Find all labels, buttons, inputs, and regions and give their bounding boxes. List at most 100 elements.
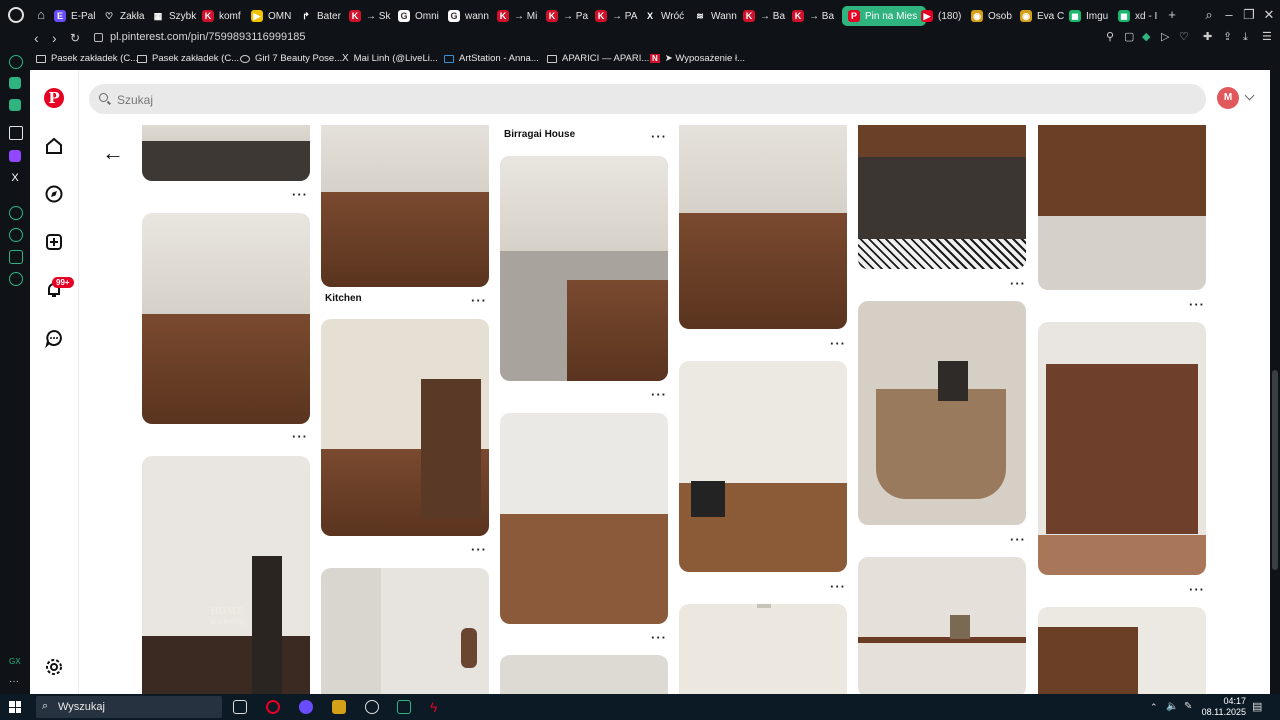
taskbar-search[interactable]: ⌕ Wyszukaj bbox=[36, 696, 222, 718]
pinterest-logo-icon[interactable]: P bbox=[44, 88, 64, 108]
tab-9[interactable]: K → Mi bbox=[497, 6, 542, 26]
pin-more-icon[interactable]: ··· bbox=[1189, 582, 1205, 597]
pin-more-icon[interactable]: ··· bbox=[1010, 532, 1026, 547]
app-taskbar-icon[interactable] bbox=[365, 700, 379, 714]
search-tabs-icon[interactable]: ⌕ bbox=[1202, 8, 1216, 22]
tab-12[interactable]: X Wróć bbox=[644, 6, 689, 26]
pin-card[interactable] bbox=[679, 125, 847, 329]
tab-6[interactable]: K → Sk bbox=[349, 6, 394, 26]
close-window-icon[interactable]: ✕ bbox=[1262, 8, 1276, 22]
search-input[interactable] bbox=[115, 84, 1199, 116]
aria-icon[interactable] bbox=[9, 55, 23, 69]
pen-icon[interactable]: ✎ bbox=[1184, 700, 1198, 714]
pin-more-icon[interactable]: ··· bbox=[830, 579, 846, 594]
download-icon[interactable]: ⤓ bbox=[1243, 32, 1254, 43]
pin-more-icon[interactable]: ··· bbox=[651, 129, 667, 144]
tab-3[interactable]: Kkomf bbox=[202, 6, 247, 26]
tab-8[interactable]: Gwann bbox=[448, 6, 493, 26]
back-icon[interactable]: ‹ bbox=[34, 30, 39, 46]
new-tab-icon[interactable]: + bbox=[1165, 8, 1179, 22]
pin-card[interactable] bbox=[858, 301, 1026, 525]
taskbar-clock[interactable]: 04:17 08.11.2025 bbox=[1200, 696, 1246, 718]
pin-card[interactable] bbox=[679, 604, 847, 694]
tray-chevron-icon[interactable]: ⌃ bbox=[1150, 700, 1164, 714]
bookmark-item[interactable]: ArtStation - Anna... bbox=[444, 53, 539, 64]
pin-card[interactable] bbox=[321, 319, 489, 536]
app-taskbar-icon[interactable]: ϟ bbox=[430, 700, 444, 714]
tab-islands-icon[interactable]: ⌂ bbox=[34, 8, 48, 22]
scrollbar-thumb[interactable] bbox=[1272, 370, 1278, 570]
x-sidebar-icon[interactable]: X bbox=[9, 172, 21, 184]
tab-17[interactable]: ▶ (180) bbox=[921, 6, 966, 26]
pin-more-icon[interactable]: ··· bbox=[292, 429, 308, 444]
tab-11[interactable]: K → PA bbox=[595, 6, 640, 26]
app-taskbar-icon[interactable] bbox=[332, 700, 346, 714]
player-icon[interactable]: ▷ bbox=[1161, 32, 1172, 43]
vpn-shield-icon[interactable]: ◆ bbox=[1142, 32, 1153, 43]
pin-card[interactable]: HOME is a feeling bbox=[142, 456, 310, 694]
pin-card[interactable] bbox=[1038, 607, 1206, 694]
downloads-sidebar-icon[interactable] bbox=[9, 250, 23, 264]
bookmark-item[interactable]: Girl 7 Beauty Pose... bbox=[240, 53, 342, 64]
reload-icon[interactable]: ↻ bbox=[70, 31, 80, 45]
page-scrollbar[interactable] bbox=[1270, 70, 1280, 694]
search-bar[interactable] bbox=[89, 84, 1206, 116]
player-sidebar-icon[interactable] bbox=[9, 206, 23, 220]
minimize-icon[interactable]: – bbox=[1222, 8, 1236, 22]
url-field[interactable]: pl.pinterest.com/pin/7599893116999185 bbox=[110, 31, 306, 43]
tab-13[interactable]: ≋ Wann bbox=[694, 6, 739, 26]
pin-card[interactable] bbox=[1038, 125, 1206, 290]
bookmark-item[interactable]: APARICI — APARI... bbox=[547, 53, 649, 64]
windows-start-icon[interactable] bbox=[9, 701, 21, 713]
pin-more-icon[interactable]: ··· bbox=[471, 542, 487, 557]
heart-icon[interactable]: ♡ bbox=[1179, 32, 1190, 43]
share-icon[interactable]: ⇪ bbox=[1223, 32, 1234, 43]
pin-more-icon[interactable]: ··· bbox=[1010, 276, 1026, 291]
tab-15[interactable]: K → Ba bbox=[792, 6, 837, 26]
history-icon[interactable] bbox=[9, 228, 23, 242]
tab-20[interactable]: ◼ Imgu bbox=[1069, 6, 1114, 26]
easy-setup-icon[interactable]: ☰ bbox=[1262, 32, 1273, 43]
pin-card[interactable] bbox=[858, 125, 1026, 269]
pin-card[interactable] bbox=[500, 655, 668, 694]
forward-icon[interactable]: › bbox=[52, 30, 57, 46]
pin-more-icon[interactable]: ··· bbox=[830, 336, 846, 351]
bookmark-item[interactable]: Pasek zakładek (C... bbox=[137, 53, 239, 64]
pin-card[interactable] bbox=[142, 213, 310, 424]
app-taskbar-icon[interactable] bbox=[397, 700, 411, 714]
opera-taskbar-icon[interactable] bbox=[266, 700, 280, 714]
tab-21[interactable]: ◼ xd - I bbox=[1118, 6, 1163, 26]
tab-2[interactable]: ▦ Szybk bbox=[152, 6, 197, 26]
more-icon[interactable]: ··· bbox=[9, 676, 21, 688]
bookmark-item[interactable]: N ➤ Wyposażenie ł... bbox=[650, 53, 745, 64]
pin-card[interactable] bbox=[500, 413, 668, 624]
tab-14[interactable]: K → Ba bbox=[743, 6, 788, 26]
pin-card[interactable] bbox=[321, 568, 489, 694]
pin-card[interactable] bbox=[858, 557, 1026, 694]
pin-card[interactable] bbox=[500, 156, 668, 381]
tab-0[interactable]: E E-Pal bbox=[54, 6, 99, 26]
pin-card[interactable] bbox=[142, 125, 310, 181]
workspace-icon[interactable] bbox=[9, 99, 21, 111]
pinterest-workspace-icon[interactable] bbox=[9, 126, 23, 140]
notifications-center-icon[interactable]: ▤ bbox=[1252, 700, 1266, 714]
avatar[interactable]: M bbox=[1217, 87, 1239, 109]
pin-card[interactable] bbox=[321, 125, 489, 287]
pin-title[interactable]: Birragai House bbox=[504, 129, 575, 140]
pin-card[interactable] bbox=[679, 361, 847, 572]
tab-7[interactable]: G Omni bbox=[398, 6, 443, 26]
tab-1[interactable]: ♡ Zakła bbox=[103, 6, 148, 26]
bookmark-item[interactable]: Pasek zakładek (C... bbox=[36, 53, 138, 64]
messenger-icon[interactable] bbox=[9, 77, 21, 89]
pin-title[interactable]: Kitchen bbox=[325, 293, 362, 304]
pin-more-icon[interactable]: ··· bbox=[651, 387, 667, 402]
pin-more-icon[interactable]: ··· bbox=[1189, 297, 1205, 312]
tab-5[interactable]: ↱ Bater bbox=[300, 6, 345, 26]
extensions-icon[interactable]: ✚ bbox=[1203, 32, 1214, 43]
pin-more-icon[interactable]: ··· bbox=[292, 187, 308, 202]
pin-tab-icon[interactable]: ⚲ bbox=[1106, 32, 1117, 43]
app-taskbar-icon[interactable] bbox=[299, 700, 313, 714]
twitch-icon[interactable] bbox=[9, 150, 21, 162]
tab-19[interactable]: ◉ Eva C bbox=[1020, 6, 1065, 26]
tab-4[interactable]: ▶ OMN bbox=[251, 6, 296, 26]
